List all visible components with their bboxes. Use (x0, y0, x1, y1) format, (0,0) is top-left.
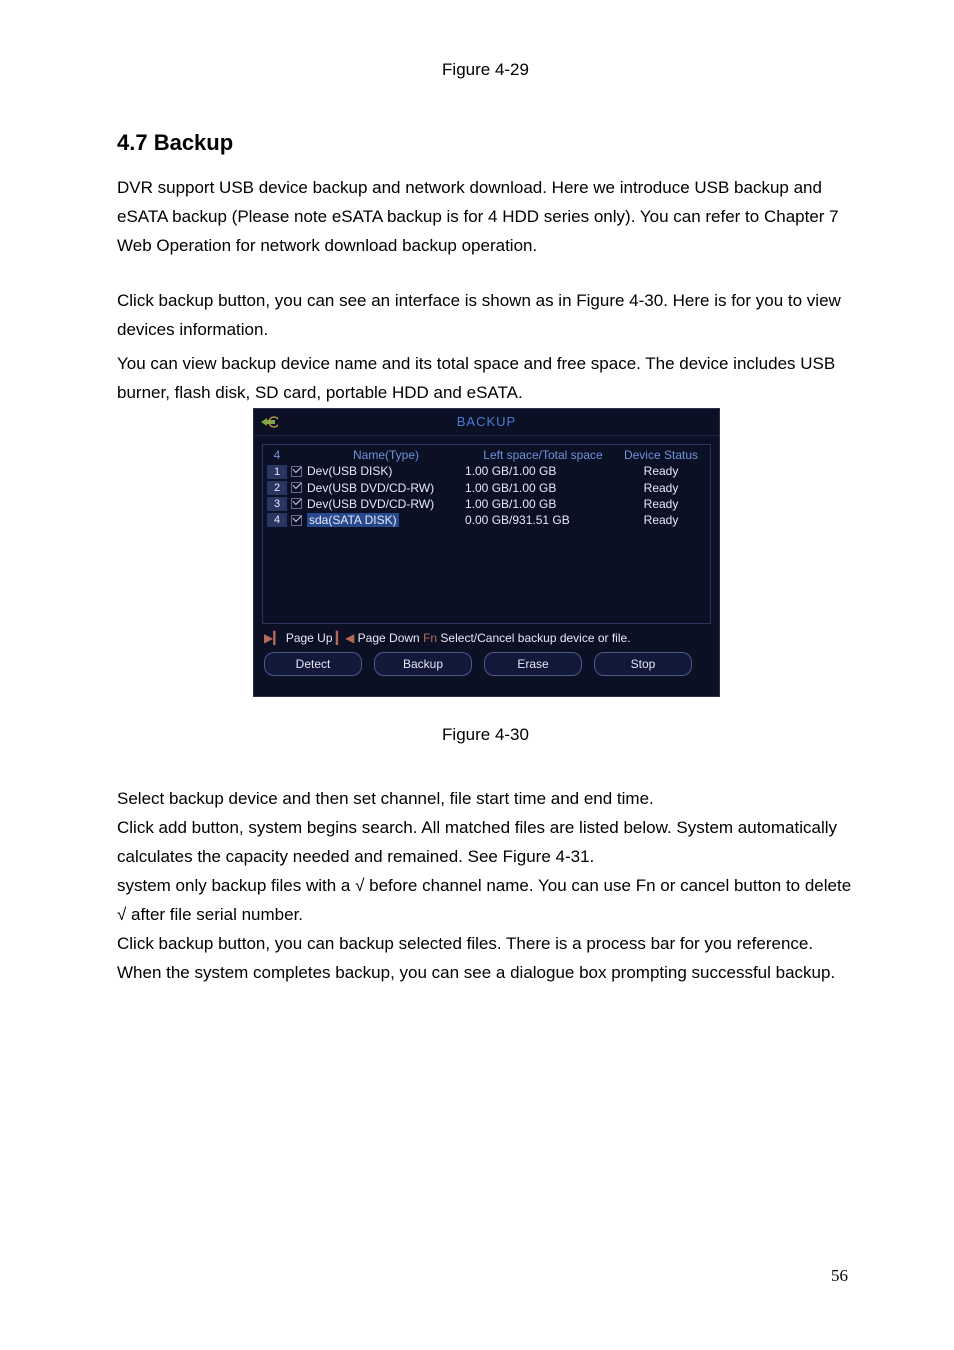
row-name: Dev(USB DVD/CD-RW) (305, 480, 465, 496)
stop-button[interactable]: Stop (594, 652, 692, 676)
paragraph-backup-process: Click backup button, you can backup sele… (117, 930, 854, 988)
row-checkbox[interactable] (291, 466, 302, 477)
device-row[interactable]: 1 Dev(USB DISK)1.00 GB/1.00 GBReady (267, 463, 706, 479)
paragraph-click-backup: Click backup button, you can see an inte… (117, 287, 854, 345)
row-index: 4 (267, 513, 287, 527)
row-index: 1 (267, 465, 287, 479)
col-header-space: Left space/Total space (465, 447, 621, 463)
row-index: 3 (267, 497, 287, 511)
col-header-name: Name(Type) (305, 447, 465, 463)
paragraph-add-button: Click add button, system begins search. … (117, 814, 854, 872)
row-name: Dev(USB DISK) (305, 463, 465, 479)
paragraph-intro: DVR support USB device backup and networ… (117, 174, 854, 261)
backup-dialog-icon (260, 414, 278, 430)
row-status: Ready (621, 512, 701, 528)
section-heading-backup: 4.7 Backup (117, 130, 854, 156)
pagination-hint: ▶▎ Page Up ▎◀ Page Down Fn Select/Cancel… (264, 630, 709, 646)
row-checkbox[interactable] (291, 482, 302, 493)
backup-dialog-title: BACKUP (457, 413, 516, 431)
backup-button[interactable]: Backup (374, 652, 472, 676)
device-row[interactable]: 4 sda(SATA DISK)0.00 GB/931.51 GBReady (267, 512, 706, 528)
device-row[interactable]: 2 Dev(USB DVD/CD-RW)1.00 GB/1.00 GBReady (267, 480, 706, 496)
paragraph-device-info: You can view backup device name and its … (117, 350, 854, 408)
page-number: 56 (831, 1266, 848, 1286)
erase-button[interactable]: Erase (484, 652, 582, 676)
device-count: 4 (267, 447, 287, 463)
row-space: 1.00 GB/1.00 GB (465, 463, 621, 479)
row-checkbox[interactable] (291, 498, 302, 509)
row-status: Ready (621, 463, 701, 479)
row-space: 1.00 GB/1.00 GB (465, 496, 621, 512)
row-name: sda(SATA DISK) (305, 512, 465, 528)
row-name: Dev(USB DVD/CD-RW) (305, 496, 465, 512)
detect-button[interactable]: Detect (264, 652, 362, 676)
device-row[interactable]: 3 Dev(USB DVD/CD-RW)1.00 GB/1.00 GBReady (267, 496, 706, 512)
row-checkbox[interactable] (291, 515, 302, 526)
row-index: 2 (267, 481, 287, 495)
row-status: Ready (621, 480, 701, 496)
row-space: 0.00 GB/931.51 GB (465, 512, 621, 528)
figure-caption-4-29: Figure 4-29 (117, 60, 854, 80)
paragraph-select-device: Select backup device and then set channe… (117, 785, 854, 814)
col-header-status: Device Status (621, 447, 701, 463)
row-space: 1.00 GB/1.00 GB (465, 480, 621, 496)
figure-caption-4-30: Figure 4-30 (117, 725, 854, 745)
backup-dialog-screenshot: BACKUP 4 Name(Type) Left space/Total spa… (253, 408, 718, 697)
device-table: 4 Name(Type) Left space/Total space Devi… (262, 444, 711, 624)
row-status: Ready (621, 496, 701, 512)
paragraph-tick-files: system only backup files with a √ before… (117, 872, 854, 930)
